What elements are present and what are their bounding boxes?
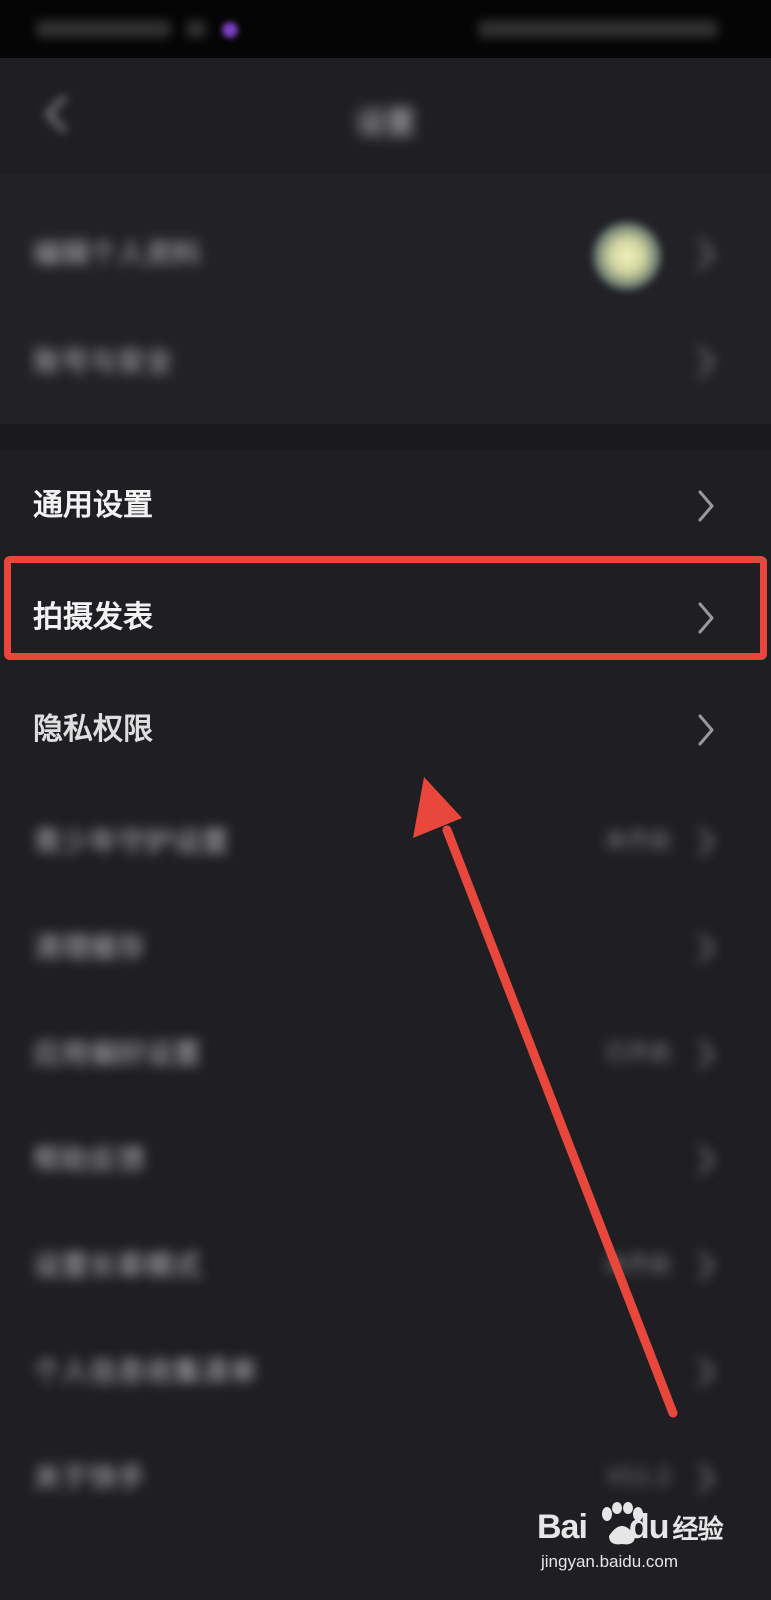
list-item-value: 未开启 bbox=[604, 829, 671, 854]
general-settings-row[interactable]: 通用设置 bbox=[0, 450, 771, 562]
carrier-info bbox=[36, 20, 171, 38]
privacy-permissions-row[interactable]: 隐私权限 bbox=[0, 674, 771, 786]
list-item[interactable]: 青少年守护设置 未开启 bbox=[0, 786, 771, 898]
watermark-url: jingyan.baidu.com bbox=[541, 1552, 679, 1571]
chevron-right-icon bbox=[698, 1463, 714, 1493]
chevron-right-icon bbox=[698, 933, 714, 963]
nav-bar: 设置 bbox=[0, 58, 771, 174]
privacy-permissions-label: 隐私权限 bbox=[33, 712, 153, 747]
baidu-paw-icon bbox=[602, 1502, 643, 1545]
general-settings-label: 通用设置 bbox=[33, 488, 153, 523]
list-item-label: 个人信息收集清单 bbox=[33, 1355, 258, 1388]
chevron-right-icon bbox=[698, 714, 714, 746]
notification-dot-icon bbox=[222, 22, 238, 38]
list-item-value: 已开启 bbox=[604, 1041, 671, 1066]
chevron-right-icon bbox=[698, 827, 714, 857]
watermark-logo-left: Bai bbox=[537, 1508, 588, 1546]
list-item-label: 关于快手 bbox=[33, 1461, 146, 1494]
list-item[interactable]: 帮助反馈 bbox=[0, 1104, 771, 1216]
chevron-right-icon bbox=[698, 1251, 714, 1281]
avatar[interactable] bbox=[593, 222, 661, 290]
chevron-right-icon bbox=[698, 1357, 714, 1387]
edit-profile-label: 编辑个人资料 bbox=[33, 237, 202, 270]
chevron-right-icon bbox=[698, 238, 714, 270]
signal-icon bbox=[186, 20, 206, 38]
account-security-row[interactable]: 账号与安全 bbox=[0, 306, 771, 418]
chevron-right-icon bbox=[698, 346, 714, 378]
list-item-value: 未开启 bbox=[604, 1253, 671, 1278]
list-item-label: 应用偏好设置 bbox=[33, 1037, 202, 1070]
section-divider bbox=[0, 424, 771, 450]
chevron-right-icon bbox=[698, 1039, 714, 1069]
watermark-logo-suffix: 经验 bbox=[672, 1514, 723, 1544]
list-item[interactable]: 应用偏好设置 已开启 bbox=[0, 998, 771, 1110]
status-icons bbox=[478, 20, 718, 38]
page-title: 设置 bbox=[355, 106, 416, 141]
baidu-watermark: Bai du 经验 jingyan.baidu.com bbox=[537, 1502, 727, 1586]
list-item[interactable]: 设置长辈模式 未开启 bbox=[0, 1210, 771, 1322]
list-item-label: 青少年守护设置 bbox=[33, 825, 230, 858]
account-security-label: 账号与安全 bbox=[33, 345, 174, 378]
list-item-label: 设置长辈模式 bbox=[33, 1249, 202, 1282]
chevron-right-icon bbox=[698, 1145, 714, 1175]
list-item[interactable]: 清理缓存 bbox=[0, 892, 771, 1004]
status-bar bbox=[0, 0, 771, 58]
chevron-right-icon bbox=[698, 490, 714, 522]
highlight-box bbox=[4, 556, 767, 660]
list-item-label: 帮助反馈 bbox=[33, 1143, 146, 1176]
list-item[interactable]: 个人信息收集清单 bbox=[0, 1316, 771, 1428]
list-item-label: 清理缓存 bbox=[33, 931, 146, 964]
